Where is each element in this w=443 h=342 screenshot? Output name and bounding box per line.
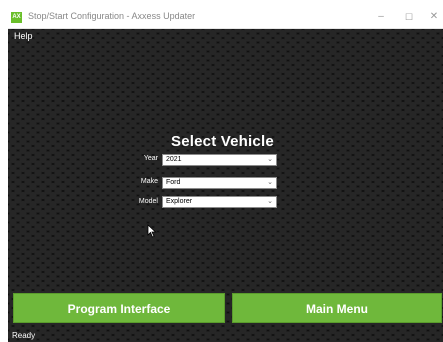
chevron-down-icon: ⌄: [267, 179, 273, 186]
year-label: Year: [143, 155, 158, 162]
app-window: AX Stop/Start Configuration - Axxess Upd…: [0, 0, 443, 342]
chevron-down-icon: ⌄: [267, 198, 273, 205]
window-title: Stop/Start Configuration - Axxess Update…: [28, 11, 196, 21]
menu-help[interactable]: Help: [14, 31, 33, 41]
minimize-button[interactable]: –: [366, 8, 396, 28]
page-title: Select Vehicle: [171, 133, 274, 150]
program-interface-button[interactable]: Program Interface: [13, 293, 225, 323]
make-select[interactable]: Ford ⌄: [162, 177, 277, 189]
close-button[interactable]: ✕: [419, 8, 443, 28]
year-select[interactable]: 2021 ⌄: [162, 154, 277, 166]
main-menu-button[interactable]: Main Menu: [232, 293, 442, 323]
chevron-down-icon: ⌄: [267, 156, 273, 163]
year-value: 2021: [166, 156, 182, 163]
status-text: Ready: [12, 331, 36, 340]
menu-bar: Help: [8, 29, 443, 45]
make-value: Ford: [166, 179, 181, 186]
app-logo-icon: AX: [11, 12, 22, 23]
title-bar: AX Stop/Start Configuration - Axxess Upd…: [8, 8, 443, 29]
mouse-cursor-icon: [147, 224, 157, 238]
client-area: Help Select Vehicle Year 2021 ⌄ Make For…: [8, 29, 443, 342]
model-value: Explorer: [166, 198, 193, 205]
model-label: Model: [138, 198, 158, 205]
model-select[interactable]: Explorer ⌄: [162, 196, 277, 208]
make-label: Make: [140, 178, 158, 185]
